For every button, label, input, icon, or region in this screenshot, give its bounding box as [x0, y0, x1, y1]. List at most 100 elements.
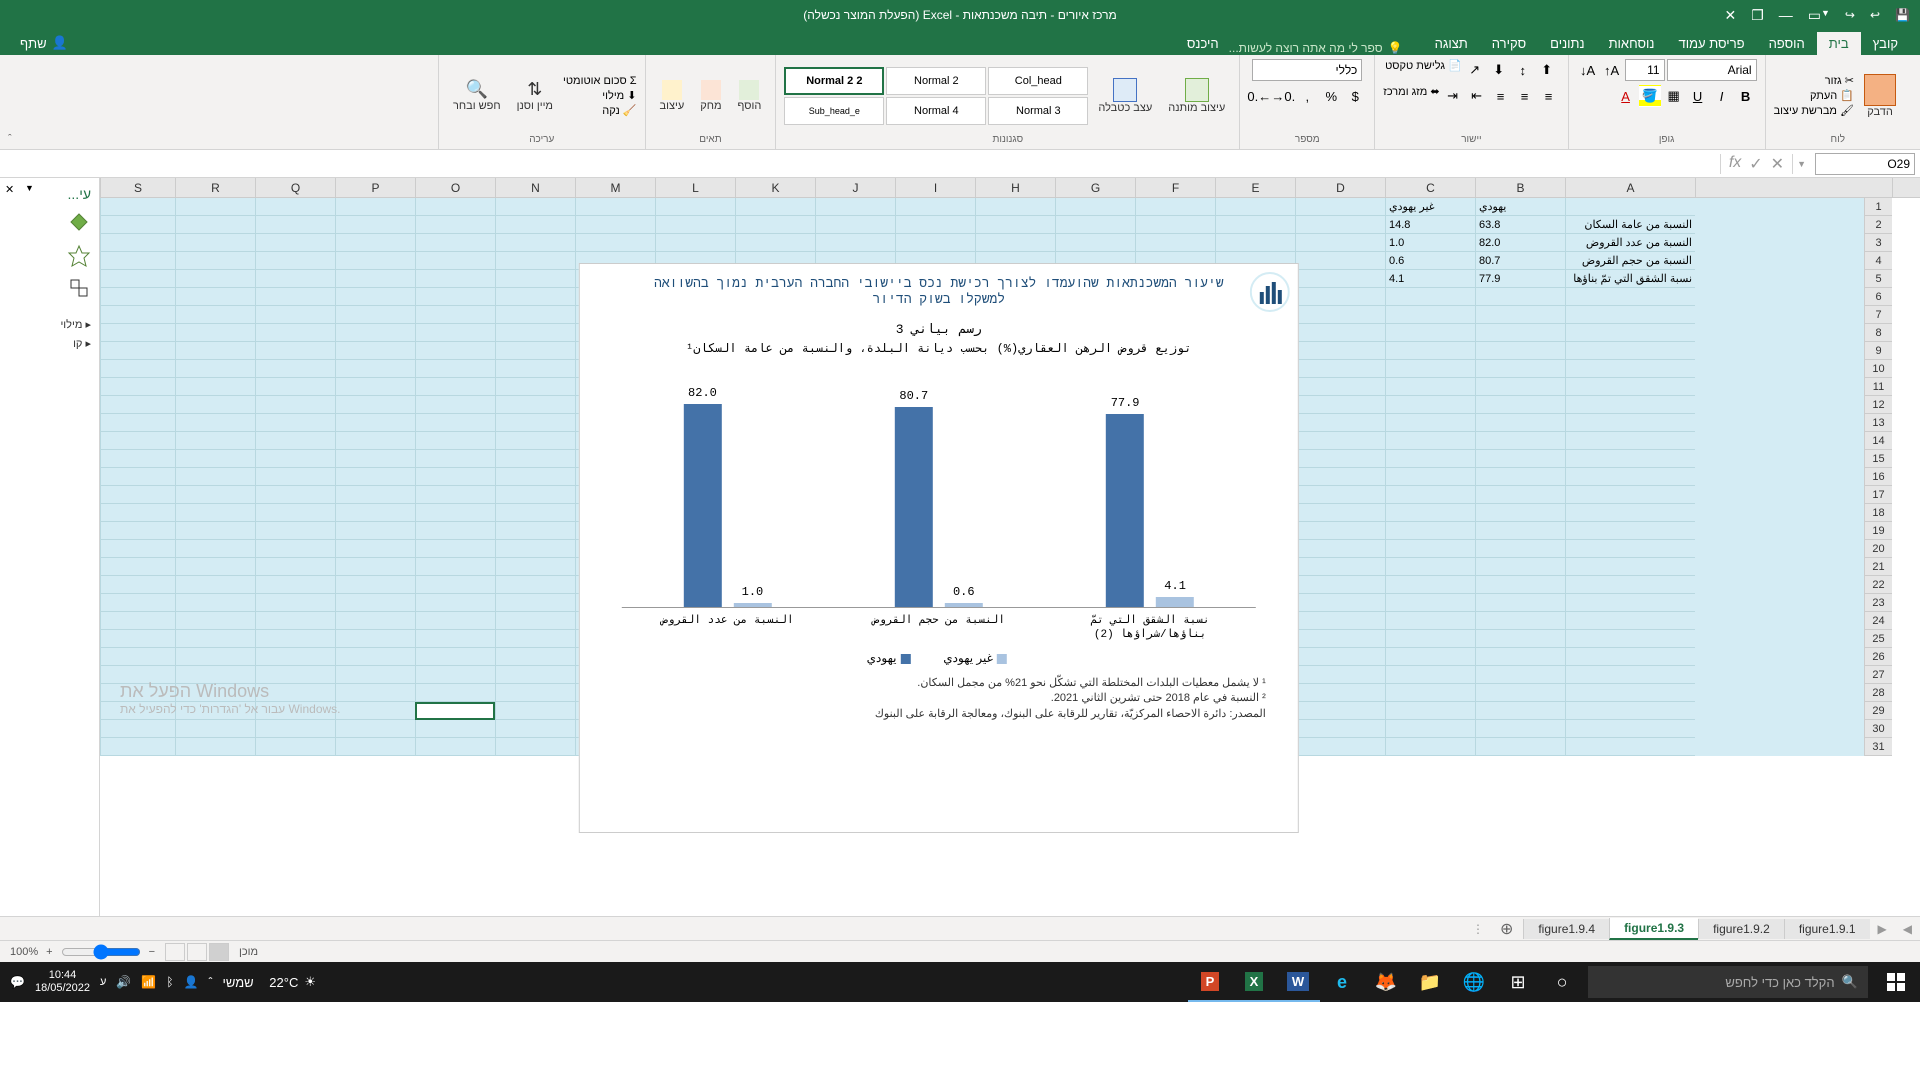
cell[interactable]	[1385, 378, 1475, 396]
cell[interactable]	[1565, 504, 1695, 522]
cell[interactable]	[175, 702, 255, 720]
cell[interactable]	[415, 666, 495, 684]
tab-review[interactable]: סקירה	[1480, 32, 1538, 55]
cell[interactable]	[1055, 216, 1135, 234]
cell[interactable]	[175, 540, 255, 558]
row-header[interactable]: 31	[1864, 738, 1892, 756]
cell[interactable]: 1.0	[1385, 234, 1475, 252]
cell[interactable]	[495, 594, 575, 612]
cell[interactable]	[255, 378, 335, 396]
tab-formulas[interactable]: נוסחאות	[1597, 32, 1667, 55]
cell[interactable]	[1295, 450, 1385, 468]
cell[interactable]	[815, 234, 895, 252]
cell[interactable]: النسبة من حجم القروض	[1565, 252, 1695, 270]
cell[interactable]	[495, 486, 575, 504]
cell[interactable]	[255, 342, 335, 360]
cell[interactable]	[1385, 540, 1475, 558]
cell[interactable]	[255, 558, 335, 576]
cell[interactable]	[495, 378, 575, 396]
cell[interactable]	[415, 630, 495, 648]
style-normal2[interactable]: Normal 2	[886, 67, 986, 95]
cell[interactable]	[1565, 612, 1695, 630]
cell[interactable]	[495, 198, 575, 216]
cell[interactable]: يهودي	[1475, 198, 1565, 216]
cell[interactable]	[335, 630, 415, 648]
cell[interactable]	[415, 216, 495, 234]
tray-chevron-icon[interactable]: ˆ	[208, 975, 212, 989]
collapse-ribbon-icon[interactable]: ˆ	[8, 133, 12, 145]
add-sheet-icon[interactable]: ⊕	[1490, 919, 1523, 939]
col-header[interactable]: C	[1385, 178, 1475, 197]
cell[interactable]	[1475, 594, 1565, 612]
cell[interactable]	[100, 198, 175, 216]
cell[interactable]	[255, 324, 335, 342]
cell[interactable]	[1475, 738, 1565, 756]
cell[interactable]	[1475, 504, 1565, 522]
cell[interactable]	[1565, 450, 1695, 468]
cell[interactable]	[100, 270, 175, 288]
cell[interactable]	[335, 612, 415, 630]
row-header[interactable]: 29	[1864, 702, 1892, 720]
cell[interactable]	[1565, 684, 1695, 702]
cell[interactable]	[415, 450, 495, 468]
cell[interactable]	[1475, 486, 1565, 504]
cell[interactable]	[1475, 702, 1565, 720]
wrap-text-button[interactable]: 📄 גלישת טקסט	[1385, 59, 1462, 81]
row-header[interactable]: 10	[1864, 360, 1892, 378]
cell[interactable]: 77.9	[1475, 270, 1565, 288]
cell[interactable]	[1475, 360, 1565, 378]
cell[interactable]	[175, 198, 255, 216]
cell[interactable]	[1565, 594, 1695, 612]
tab-pagelayout[interactable]: פריסת עמוד	[1667, 32, 1757, 55]
cell[interactable]	[335, 414, 415, 432]
cell[interactable]	[1385, 396, 1475, 414]
cell[interactable]	[1475, 666, 1565, 684]
cell[interactable]	[100, 648, 175, 666]
select-all-corner[interactable]	[1892, 178, 1920, 198]
cell[interactable]	[1565, 360, 1695, 378]
cell[interactable]	[100, 576, 175, 594]
font-color-button[interactable]: A	[1615, 85, 1637, 107]
cell[interactable]	[735, 216, 815, 234]
cell[interactable]	[175, 234, 255, 252]
cell[interactable]	[255, 234, 335, 252]
bold-button[interactable]: B	[1735, 85, 1757, 107]
cell[interactable]	[100, 306, 175, 324]
cell[interactable]	[100, 684, 175, 702]
cell[interactable]	[415, 522, 495, 540]
format-cells-button[interactable]: עיצוב	[654, 78, 691, 114]
cell[interactable]	[1475, 720, 1565, 738]
cell[interactable]	[100, 612, 175, 630]
panel-line-section[interactable]: ▸ קו	[8, 334, 91, 353]
cell[interactable]	[335, 198, 415, 216]
taskbar-search[interactable]: 🔍 הקלד כאן כדי לחפש	[1588, 966, 1868, 998]
cell[interactable]	[335, 360, 415, 378]
cell[interactable]	[255, 306, 335, 324]
cell[interactable]	[100, 396, 175, 414]
cell[interactable]	[1055, 198, 1135, 216]
cancel-formula-icon[interactable]: ✕	[1771, 154, 1784, 174]
cell[interactable]	[1295, 540, 1385, 558]
cell[interactable]	[175, 684, 255, 702]
cell[interactable]	[100, 540, 175, 558]
panel-options-icon[interactable]: ▼	[25, 183, 34, 193]
cell[interactable]	[655, 234, 735, 252]
sheet-tab-3[interactable]: figure1.9.3	[1609, 918, 1698, 940]
cell[interactable]	[815, 216, 895, 234]
page-layout-view-icon[interactable]	[187, 943, 207, 961]
italic-button[interactable]: I	[1711, 85, 1733, 107]
normal-view-icon[interactable]	[209, 943, 229, 961]
row-header[interactable]: 13	[1864, 414, 1892, 432]
cell[interactable]	[335, 738, 415, 756]
cell[interactable]	[335, 324, 415, 342]
cell[interactable]	[335, 288, 415, 306]
cell[interactable]	[335, 450, 415, 468]
cell[interactable]	[100, 360, 175, 378]
cell[interactable]	[100, 342, 175, 360]
cell[interactable]	[255, 594, 335, 612]
sheet-tab-4[interactable]: figure1.9.4	[1523, 919, 1609, 939]
style-col-head[interactable]: Col_head	[988, 67, 1088, 95]
cell[interactable]	[1475, 684, 1565, 702]
cell[interactable]: 63.8	[1475, 216, 1565, 234]
cell[interactable]	[175, 720, 255, 738]
